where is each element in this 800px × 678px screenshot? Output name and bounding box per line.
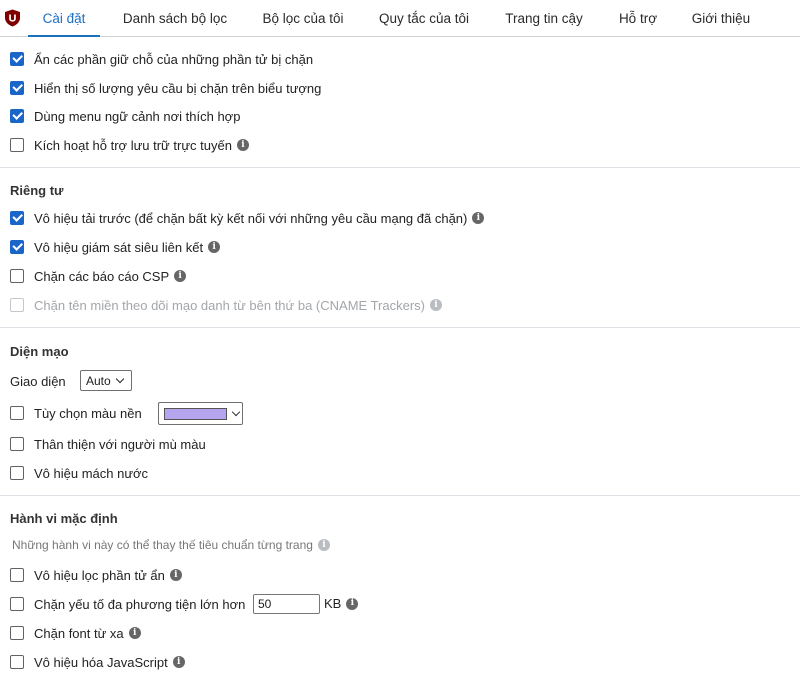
theme-select[interactable]: Auto [80, 370, 132, 391]
theme-select-value: Auto [86, 373, 111, 388]
setting-label: Ẩn các phần giữ chỗ của những phần tử bị… [34, 51, 314, 67]
setting-label: Chặn yếu tố đa phương tiện lớn hơn [34, 596, 246, 612]
colorblind-checkbox[interactable] [10, 437, 24, 451]
section-divider [0, 167, 800, 168]
setting-label: Dùng menu ngữ cảnh nơi thích hợp [34, 108, 241, 124]
defaults-note: Những hành vi này có thể thay thế tiêu c… [12, 538, 330, 552]
background-color-picker[interactable] [158, 402, 243, 425]
remote-fonts-checkbox[interactable] [10, 626, 24, 640]
hyperlink-auditing-checkbox[interactable] [10, 240, 24, 254]
show-count-checkbox[interactable] [10, 81, 24, 95]
setting-prefetch[interactable]: Vô hiệu tải trước (để chặn bất kỳ kết nố… [10, 208, 485, 228]
info-icon[interactable]: i [236, 139, 249, 151]
cloud-storage-checkbox[interactable] [10, 138, 24, 152]
csp-reports-checkbox[interactable] [10, 269, 24, 283]
theme-label: Giao diện [10, 374, 66, 389]
appearance-section-title: Diện mạo [10, 344, 69, 359]
unit-label: KB [324, 596, 342, 611]
setting-colorblind[interactable]: Thân thiện với người mù màu [10, 434, 206, 454]
hide-placeholders-checkbox[interactable] [10, 52, 24, 66]
prefetch-checkbox[interactable] [10, 211, 24, 225]
setting-disable-javascript[interactable]: Vô hiệu hóa JavaScript i [10, 652, 185, 672]
setting-label: Chặn các báo cáo CSP [34, 268, 170, 284]
disable-javascript-checkbox[interactable] [10, 655, 24, 669]
setting-label: Hiển thị số lượng yêu cầu bị chặn trên b… [34, 80, 322, 96]
info-icon[interactable]: i [429, 299, 442, 311]
setting-hyperlink-auditing[interactable]: Vô hiệu giám sát siêu liên kết i [10, 237, 221, 257]
tab-my-rules[interactable]: Quy tắc của tôi [368, 0, 480, 37]
setting-label: Vô hiệu hóa JavaScript [34, 654, 168, 670]
tab-bar: Cài đặt Danh sách bộ lọc Bộ lọc của tôi … [0, 0, 800, 37]
setting-remote-fonts[interactable]: Chặn font từ xa i [10, 623, 141, 643]
setting-cloud-storage[interactable]: Kích hoạt hỗ trợ lưu trữ trực tuyến i [10, 135, 249, 155]
info-icon[interactable]: i [128, 627, 141, 639]
setting-custom-background[interactable]: Tùy chọn màu nền [10, 403, 142, 423]
setting-disable-tooltips[interactable]: Vô hiệu mách nước [10, 463, 148, 483]
section-divider [0, 327, 800, 328]
disable-tooltips-checkbox[interactable] [10, 466, 24, 480]
large-media-size-input[interactable]: 50 [253, 594, 320, 614]
setting-csp-reports[interactable]: Chặn các báo cáo CSP i [10, 266, 187, 286]
tab-about[interactable]: Giới thiệu [682, 0, 760, 37]
tab-settings[interactable]: Cài đặt [28, 0, 100, 37]
setting-label: Tùy chọn màu nền [34, 405, 142, 421]
setting-label: Vô hiệu tải trước (để chặn bất kỳ kết nố… [34, 210, 468, 226]
setting-context-menu[interactable]: Dùng menu ngữ cảnh nơi thích hợp [10, 106, 240, 126]
setting-label: Chặn tên miền theo dõi mạo danh từ bên t… [34, 297, 425, 313]
info-icon[interactable]: i [346, 597, 359, 610]
color-swatch [164, 407, 228, 420]
setting-label: Vô hiệu giám sát siêu liên kết [34, 239, 204, 255]
setting-large-media[interactable]: Chặn yếu tố đa phương tiện lớn hơn [10, 594, 245, 614]
chevron-down-icon [231, 407, 241, 416]
defaults-note-text: Những hành vi này có thể thay thế tiêu c… [12, 538, 313, 552]
setting-label: Vô hiệu lọc phần tử ẩn [34, 567, 165, 583]
setting-label: Vô hiệu mách nước [34, 465, 149, 481]
info-icon[interactable]: i [172, 656, 185, 668]
setting-label: Thân thiện với người mù màu [34, 436, 206, 452]
setting-cname-trackers: Chặn tên miền theo dõi mạo danh từ bên t… [10, 295, 442, 315]
tab-support[interactable]: Hỗ trợ [608, 0, 668, 37]
cname-trackers-checkbox [10, 298, 24, 312]
tab-my-filters[interactable]: Bộ lọc của tôi [252, 0, 354, 37]
info-icon[interactable]: i [169, 569, 182, 581]
section-divider [0, 495, 800, 496]
tab-filter-lists[interactable]: Danh sách bộ lọc [112, 0, 238, 37]
setting-label: Kích hoạt hỗ trợ lưu trữ trực tuyến [34, 137, 232, 153]
defaults-section-title: Hành vi mặc định [10, 511, 118, 526]
context-menu-checkbox[interactable] [10, 109, 24, 123]
setting-label: Chặn font từ xa [34, 625, 124, 641]
info-icon[interactable]: i [317, 539, 330, 551]
custom-background-checkbox[interactable] [10, 406, 24, 420]
large-media-unit: KB i [324, 596, 359, 611]
chevron-down-icon [115, 374, 124, 383]
privacy-section-title: Riêng tư [10, 183, 64, 198]
ublock-logo-icon [5, 9, 20, 27]
cosmetic-filtering-checkbox[interactable] [10, 568, 24, 582]
info-icon[interactable]: i [472, 212, 485, 224]
tab-trusted-sites[interactable]: Trang tin cậy [494, 0, 594, 37]
setting-show-count[interactable]: Hiển thị số lượng yêu cầu bị chặn trên b… [10, 78, 321, 98]
setting-cosmetic-filtering[interactable]: Vô hiệu lọc phần tử ẩn i [10, 565, 182, 585]
large-media-checkbox[interactable] [10, 597, 24, 611]
setting-hide-placeholders[interactable]: Ẩn các phần giữ chỗ của những phần tử bị… [10, 49, 313, 69]
info-icon[interactable]: i [174, 270, 187, 282]
info-icon[interactable]: i [208, 241, 221, 253]
